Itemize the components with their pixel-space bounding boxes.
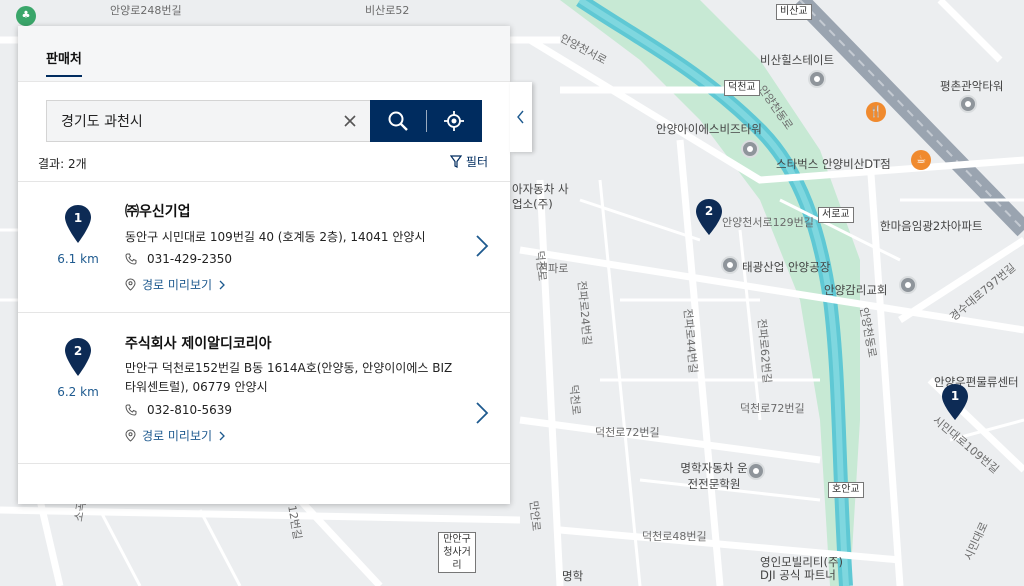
location-pin-icon [125,429,136,442]
search-icon [388,111,408,131]
result-count: 결과: 2개 [38,157,87,171]
map-pin-number: 1 [950,389,960,403]
poi-icon[interactable] [959,95,977,113]
chevron-right-icon[interactable] [474,401,490,425]
dealer-name: ㈜우신기업 [125,204,191,220]
panel-collapse-button[interactable] [510,82,532,152]
route-preview-label: 경로 미리보기 [142,429,213,443]
map-label-place: 스타벅스 안양비산DT점 [776,157,891,171]
clear-icon[interactable] [340,111,360,131]
map-label-place: 비산힐스테이트 [760,53,835,67]
dealer-pin-number: 2 [73,344,83,358]
dealer-panel: 판매처 결과: 2개 필터 1 6.1 km ㈜우신기업 [18,26,510,504]
location-pin-icon [125,278,136,291]
route-preview-link[interactable]: 경로 미리보기 [125,276,226,293]
map-label-road: 안양로248번길 [110,4,182,17]
dealer-address: 만안구 덕천로152번길 B동 1614A호(안양동, 안양이이에스 BIZ 타… [125,361,453,394]
map-bridge-label: 호안교 [828,482,864,498]
chevron-right-icon[interactable] [474,234,490,258]
map-label-place: 평촌관악타워 [940,79,1004,93]
map-label-place: 아자동차 사업소(주) [512,182,569,211]
map-label-place: 태광산업 안양공장 [742,260,831,274]
dealer-distance: 6.2 km [57,385,99,399]
result-row: 결과: 2개 필터 [38,153,490,173]
chevron-right-icon [219,431,225,440]
dealer-phone-number: 031-429-2350 [147,252,233,266]
map-pin-dealer-1[interactable]: 1 [941,383,969,421]
map-label-road: 덕천로72번길 [595,426,660,439]
dealer-pin-number: 1 [73,211,83,225]
filter-icon [449,155,462,168]
dealer-pin: 2 [64,337,92,377]
map-label-road: 비산로52 [365,4,410,17]
map-label-road: 덕천로 [567,384,583,416]
route-preview-label: 경로 미리보기 [142,278,213,292]
filter-label: 필터 [465,155,488,169]
dealer-phone[interactable]: 032-810-5639 [125,403,232,417]
map-pin-dealer-2[interactable]: 2 [695,198,723,236]
dealer-phone-number: 032-810-5639 [147,403,233,417]
poi-icon[interactable] [721,256,739,274]
map-label-road: 덕천로 [533,250,549,282]
map-label-road: 만안로 [527,500,543,532]
phone-icon [125,404,137,416]
dealer-distance: 6.1 km [57,252,99,266]
map-bridge-label: 덕천교 [724,80,760,96]
dealer-name: 주식회사 제이알디코리아 [125,336,272,352]
map-label-road: 덕천로48번길 [642,530,707,543]
my-location-button[interactable] [426,100,482,142]
map-label-place: 한마음임광2차아파트 [880,219,983,233]
dealer-item[interactable]: 2 6.2 km 주식회사 제이알디코리아 만안구 덕천로152번길 B동 16… [18,313,510,463]
map-label-road: 덕천로72번길 [740,402,805,415]
dealer-phone[interactable]: 031-429-2350 [125,252,232,266]
search-bar [46,100,482,142]
poi-icon[interactable] [899,276,917,294]
filter-button[interactable]: 필터 [449,153,488,170]
divider [18,463,510,464]
poi-icon[interactable] [741,140,759,158]
search-actions [370,100,482,142]
chevron-right-icon [219,280,225,289]
map-pin-number: 2 [704,204,714,218]
cafe-icon[interactable]: ☕ [911,150,931,170]
map-label-place: 안양아이에스비즈타워 [656,122,762,136]
panel-header: 판매처 [18,26,510,82]
map-label-place: 명학자동차 운전전문학원 [680,461,748,491]
poi-icon[interactable] [747,462,765,480]
dealer-address: 동안구 시민대로 109번길 40 (호계동 2층), 14041 안양시 [125,230,426,244]
chevron-left-icon [517,110,524,124]
dealer-item[interactable]: 1 6.1 km ㈜우신기업 동안구 시민대로 109번길 40 (호계동 2층… [18,182,510,312]
map-bridge-label: 비산교 [776,4,812,20]
route-preview-link[interactable]: 경로 미리보기 [125,427,226,444]
search-button[interactable] [370,100,426,142]
restaurant-icon[interactable]: 🍴 [866,102,886,122]
dealer-pin: 1 [64,204,92,244]
search-input[interactable] [46,100,370,142]
map-label-place: 명학 [562,569,584,583]
map-label-place: 안양감리교회 [824,283,888,297]
map-label-road: 안양천서로129번길 [722,216,814,229]
map-intersection-label: 만안구 청사거리 [438,532,476,573]
tab-dealers[interactable]: 판매처 [46,48,82,77]
poi-icon[interactable] [808,70,826,88]
phone-icon [125,253,137,265]
park-icon[interactable]: ♣ [16,6,36,26]
map-bridge-label: 서로교 [818,207,854,223]
map-label-place: 영인모빌리티(주) DJI 공식 파트너 [760,555,844,582]
location-target-icon [444,111,465,131]
